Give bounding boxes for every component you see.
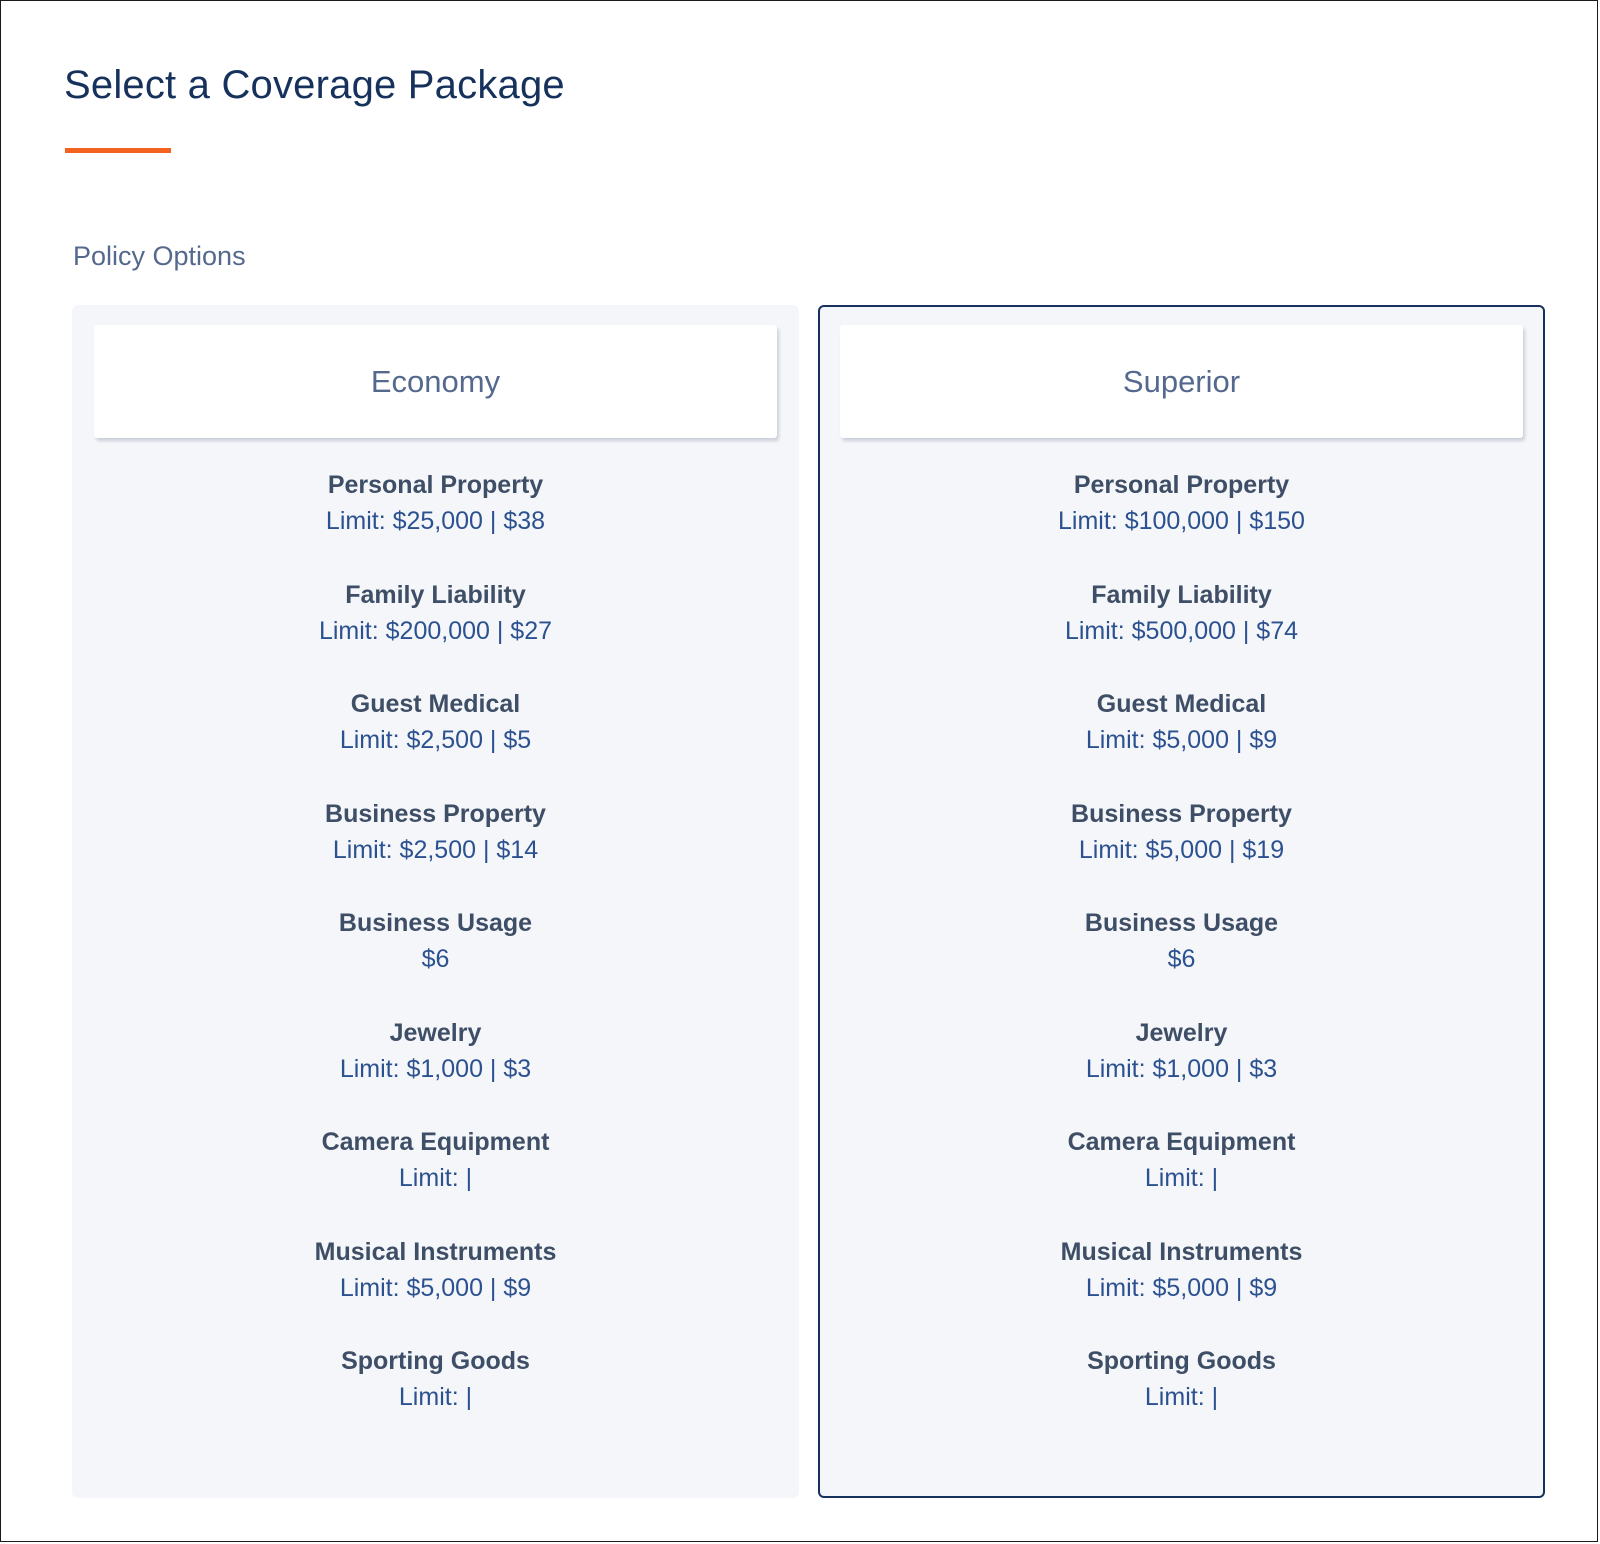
coverage-limit-price: Limit: $200,000 | $27 (318, 616, 553, 645)
policy-options-label: Policy Options (73, 241, 246, 271)
coverage-item: Personal Property Limit: $100,000 | $150 (820, 467, 1543, 577)
coverage-item: Camera Equipment Limit: | (820, 1124, 1543, 1234)
coverage-item: Personal Property Limit: $25,000 | $38 (74, 467, 797, 577)
coverage-name: Family Liability (345, 580, 526, 609)
coverage-limit-price: $6 (1167, 945, 1196, 973)
coverage-name: Family Liability (1091, 580, 1272, 609)
package-card-superior[interactable]: Superior Personal Property Limit: $100,00… (818, 305, 1545, 1498)
coverage-item: Musical Instruments Limit: $5,000 | $9 (74, 1234, 797, 1344)
coverage-limit-price: Limit: $1,000 | $3 (339, 1054, 532, 1083)
coverage-name: Guest Medical (1096, 690, 1267, 718)
title-accent-underline (65, 148, 171, 153)
coverage-item: Musical Instruments Limit: $5,000 | $9 (820, 1234, 1543, 1344)
coverage-item: Sporting Goods Limit: | (74, 1343, 797, 1453)
coverage-item: Family Liability Limit: $500,000 | $74 (820, 577, 1543, 687)
coverage-name: Business Usage (1084, 909, 1279, 937)
coverage-limit-price: Limit: $1,000 | $3 (1085, 1054, 1278, 1083)
package-name: Superior (1122, 363, 1241, 399)
coverage-limit-price: Limit: $5,000 | $9 (1085, 726, 1278, 754)
coverage-name: Musical Instruments (314, 1237, 557, 1266)
coverage-limit-price: Limit: $5,000 | $9 (1085, 1273, 1278, 1302)
package-name: Economy (370, 363, 501, 399)
coverage-name: Camera Equipment (321, 1128, 550, 1156)
coverage-limit-price: Limit: | (1144, 1383, 1219, 1411)
coverage-name: Business Property (1071, 799, 1292, 828)
coverage-limit-price: Limit: $100,000 | $150 (1058, 507, 1305, 535)
package-card-economy[interactable]: Economy Personal Property Limit: $25,000 … (72, 305, 799, 1498)
coverage-name: Business Usage (338, 909, 533, 937)
coverage-item: Guest Medical Limit: $5,000 | $9 (820, 686, 1543, 796)
coverage-name: Camera Equipment (1067, 1128, 1296, 1156)
coverage-item: Camera Equipment Limit: | (74, 1124, 797, 1234)
coverage-name: Personal Property (1073, 471, 1290, 499)
coverage-list-economy: Personal Property Limit: $25,000 | $38 Fam… (74, 467, 797, 1453)
coverage-name: Sporting Goods (341, 1347, 530, 1375)
coverage-limit-price: Limit: $500,000 | $74 (1064, 616, 1299, 645)
coverage-item: Jewelry Limit: $1,000 | $3 (820, 1015, 1543, 1125)
coverage-name: Musical Instruments (1060, 1237, 1303, 1266)
coverage-name: Business Property (325, 799, 546, 828)
coverage-limit-price: Limit: $2,500 | $14 (332, 835, 539, 864)
coverage-name: Guest Medical (350, 690, 521, 718)
coverage-limit-price: Limit: $5,000 | $19 (1078, 835, 1285, 864)
coverage-name: Personal Property (327, 471, 544, 499)
coverage-limit-price: Limit: $25,000 | $38 (325, 507, 546, 535)
coverage-item: Business Usage $6 (820, 905, 1543, 1015)
coverage-package-page: Select a Coverage Package Policy Options… (0, 0, 1598, 1542)
coverage-limit-price: $6 (421, 945, 450, 973)
coverage-limit-price: Limit: $5,000 | $9 (339, 1273, 532, 1302)
coverage-item: Family Liability Limit: $200,000 | $27 (74, 577, 797, 687)
package-header-superior: Superior (840, 325, 1523, 438)
coverage-list-superior: Personal Property Limit: $100,000 | $150 F… (820, 467, 1543, 1453)
coverage-limit-price: Limit: $2,500 | $5 (339, 726, 532, 754)
package-header-economy: Economy (94, 325, 777, 438)
coverage-item: Guest Medical Limit: $2,500 | $5 (74, 686, 797, 796)
coverage-limit-price: Limit: | (398, 1383, 473, 1411)
coverage-item: Business Property Limit: $2,500 | $14 (74, 796, 797, 906)
coverage-limit-price: Limit: | (398, 1164, 473, 1192)
coverage-item: Jewelry Limit: $1,000 | $3 (74, 1015, 797, 1125)
coverage-name: Jewelry (389, 1018, 482, 1047)
coverage-limit-price: Limit: | (1144, 1164, 1219, 1192)
coverage-item: Business Property Limit: $5,000 | $19 (820, 796, 1543, 906)
coverage-item: Business Usage $6 (74, 905, 797, 1015)
coverage-item: Sporting Goods Limit: | (820, 1343, 1543, 1453)
coverage-name: Jewelry (1135, 1018, 1228, 1047)
page-title: Select a Coverage Package (64, 63, 565, 107)
coverage-name: Sporting Goods (1087, 1347, 1276, 1375)
